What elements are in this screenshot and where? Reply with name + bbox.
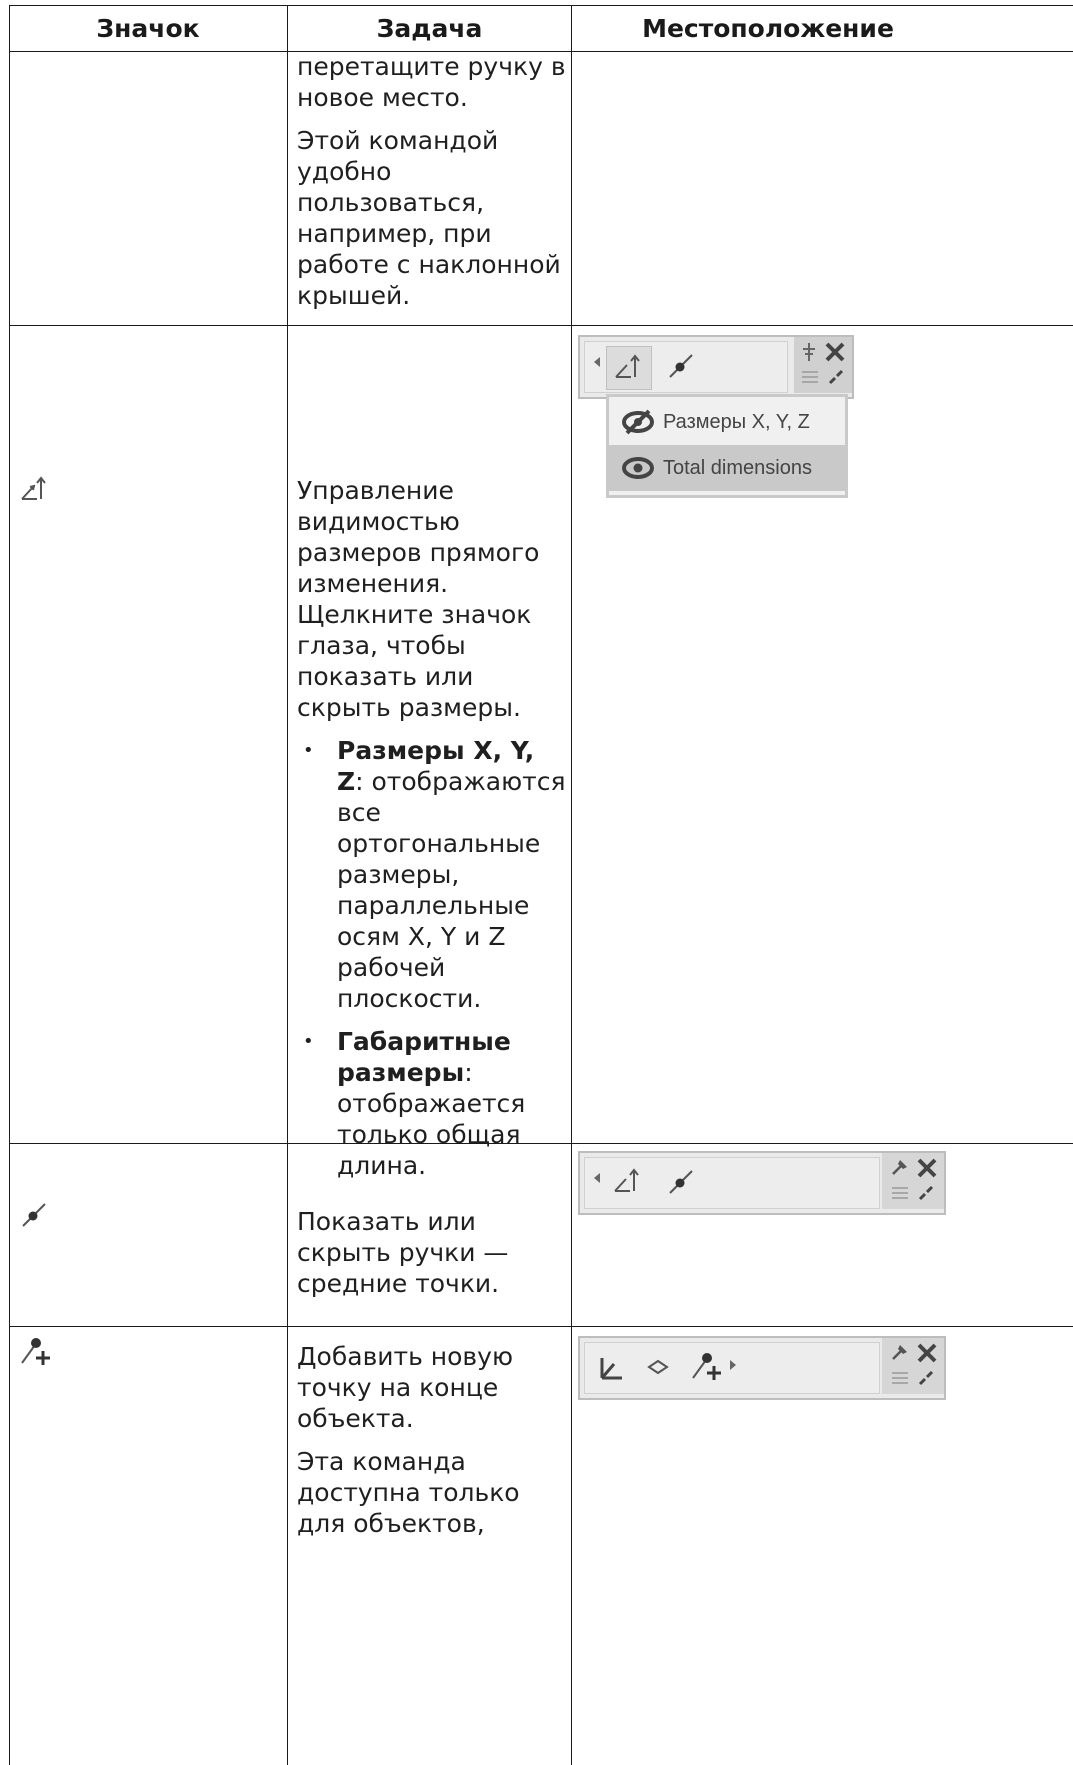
row-divider bbox=[9, 1326, 1073, 1327]
add-point-icon bbox=[19, 1335, 51, 1367]
toolbar-controls bbox=[882, 1153, 944, 1209]
handle-point-icon[interactable] bbox=[666, 351, 696, 381]
direct-modification-toolbar bbox=[578, 335, 854, 399]
dropdown-item-label: Размеры X, Y, Z bbox=[663, 410, 810, 433]
bullet-term: Габаритные размеры bbox=[337, 1027, 511, 1087]
dropdown-item-label: Total dimensions bbox=[663, 456, 812, 479]
coordinate-axes-icon[interactable] bbox=[596, 1354, 626, 1382]
table-border-left bbox=[9, 5, 10, 1765]
pin-icon[interactable] bbox=[890, 1342, 910, 1362]
list-icon[interactable] bbox=[890, 1185, 910, 1201]
row4-paragraph: Эта команда доступна только для объектов… bbox=[297, 1447, 520, 1538]
dropdown-item[interactable]: Размеры X, Y, Z bbox=[609, 399, 845, 445]
dimension-axes-icon bbox=[19, 475, 51, 503]
dropdown-item[interactable]: Total dimensions bbox=[609, 445, 845, 491]
dimension-axes-icon[interactable] bbox=[612, 1167, 644, 1195]
arrow-right-icon[interactable] bbox=[728, 1358, 738, 1372]
arrow-left-icon[interactable] bbox=[592, 1171, 602, 1185]
row3-paragraph: Показать или скрыть ручки — средние точк… bbox=[297, 1207, 509, 1298]
row2-paragraph: Управление видимостью размеров прямого и… bbox=[297, 476, 540, 722]
row1-paragraph: перетащите ручку в новое место. bbox=[297, 52, 566, 112]
collapse-icon[interactable] bbox=[916, 1368, 936, 1388]
dimension-axes-icon bbox=[615, 354, 640, 378]
row2-task-cell: Управление видимостью размеров прямого и… bbox=[297, 475, 567, 1193]
toolbar-controls bbox=[794, 337, 852, 393]
row1-paragraph: Этой командой удобно пользоваться, напри… bbox=[297, 126, 561, 310]
row2-bullet: Размеры X, Y, Z: отображаются все ортого… bbox=[297, 735, 567, 1014]
handle-point-icon[interactable] bbox=[666, 1167, 696, 1197]
toolbar-controls bbox=[882, 1338, 944, 1394]
close-icon[interactable] bbox=[824, 341, 846, 363]
close-icon[interactable] bbox=[916, 1157, 938, 1179]
row4-paragraph: Добавить новую точку на конце объекта. bbox=[297, 1342, 514, 1433]
collapse-icon[interactable] bbox=[916, 1183, 936, 1203]
row2-bullet-list: Размеры X, Y, Z: отображаются все ортого… bbox=[297, 735, 567, 1181]
row1-task-cell: перетащите ручку в новое место. Этой ком… bbox=[297, 51, 567, 323]
direct-modification-toolbar bbox=[578, 1151, 946, 1215]
dimensions-button[interactable] bbox=[606, 346, 652, 390]
handle-point-icon bbox=[19, 1200, 49, 1230]
direct-modification-toolbar bbox=[578, 1336, 946, 1400]
eye-visible-icon bbox=[622, 457, 654, 479]
column-divider bbox=[571, 5, 572, 1765]
header-location: Местоположение bbox=[642, 13, 894, 43]
row3-task-cell: Показать или скрыть ручки — средние точк… bbox=[297, 1206, 567, 1311]
column-divider bbox=[287, 5, 288, 1765]
pin-icon[interactable] bbox=[800, 341, 818, 363]
header-task: Задача bbox=[376, 13, 483, 43]
row-divider bbox=[9, 325, 1073, 326]
row4-task-cell: Добавить новую точку на конце объекта. Э… bbox=[297, 1341, 567, 1551]
close-icon[interactable] bbox=[916, 1342, 938, 1364]
collapse-icon[interactable] bbox=[826, 367, 846, 387]
add-point-icon[interactable] bbox=[690, 1350, 722, 1382]
list-icon[interactable] bbox=[890, 1370, 910, 1386]
row2-bullet: Габаритные размеры: отображается только … bbox=[297, 1026, 567, 1181]
reference-table: Значок Задача Местоположение перетащите … bbox=[9, 5, 1073, 1765]
list-icon[interactable] bbox=[800, 369, 820, 385]
eye-hidden-icon bbox=[622, 409, 654, 435]
arrow-left-icon[interactable] bbox=[592, 355, 602, 369]
header-icon: Значок bbox=[96, 13, 200, 43]
diamond-icon[interactable] bbox=[646, 1358, 670, 1376]
bullet-description: : отображаются все ортогональные размеры… bbox=[337, 767, 566, 1013]
pin-icon[interactable] bbox=[890, 1157, 910, 1177]
dimensions-dropdown: Размеры X, Y, Z Total dimensions bbox=[606, 394, 848, 498]
